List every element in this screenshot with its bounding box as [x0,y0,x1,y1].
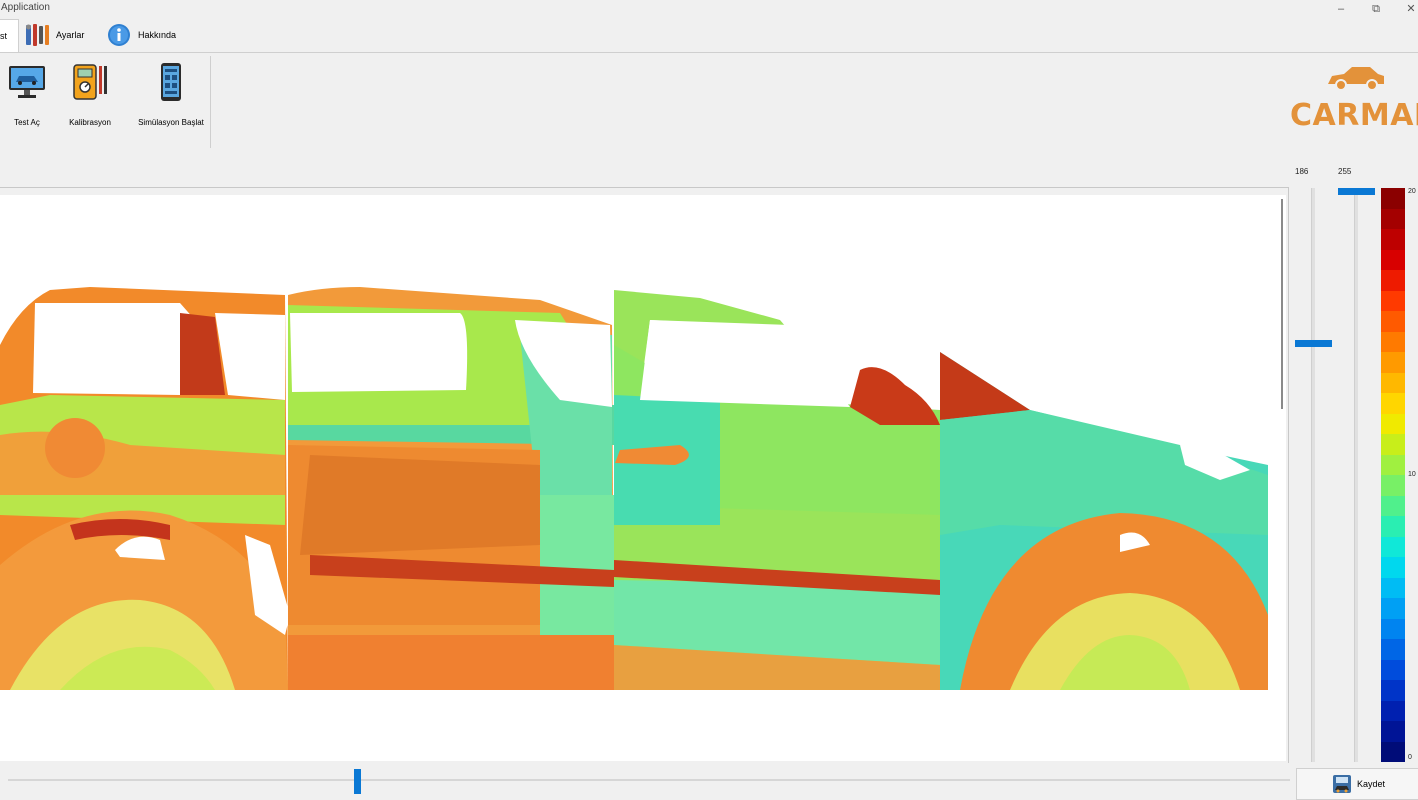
timeline-slider-track[interactable] [8,779,1290,781]
tab-strip: st Ayarlar Hakkında [0,18,1418,52]
colorbar-segment [1381,372,1405,393]
colorbar-segment [1381,475,1405,496]
colorbar-segment [1381,188,1405,209]
calibration-button[interactable]: Kalibrasyon [64,60,116,127]
colorbar-segment [1381,741,1405,762]
max-threshold-track [1354,188,1358,762]
brand-logo: CARMAP [1288,62,1418,142]
restore-button[interactable]: ⧉ [1361,0,1391,18]
colorbar-segment [1381,536,1405,557]
tab-test[interactable]: st [0,19,19,52]
colorbar-segment [1381,516,1405,537]
info-icon [106,22,132,48]
range-min-label: 186 [1295,167,1309,176]
tab-label: Ayarlar [56,30,85,40]
min-threshold-track [1311,188,1315,762]
ribbon-separator [210,56,211,148]
colorbar-mid-label: 10 [1408,471,1416,478]
open-test-label: Test Aç [14,118,40,127]
save-car-icon [1332,775,1351,793]
tab-label: Hakkında [138,30,177,40]
max-threshold-slider[interactable] [1338,188,1375,195]
colorbar-segment [1381,495,1405,516]
timeline-slider-handle[interactable] [354,769,362,794]
car-logo-icon [1328,67,1384,91]
colorbar-segment [1381,598,1405,619]
colorbar-segment [1381,721,1405,742]
colorbar-segment [1381,290,1405,311]
title-bar: Application – ⧉ ✕ [0,0,1418,18]
min-threshold-slider[interactable] [1295,340,1332,348]
colorbar-segment [1381,249,1405,270]
tab-label: st [0,31,8,41]
calibration-label: Kalibrasyon [69,118,111,127]
colorbar-segment [1381,659,1405,680]
colorbar-segment [1381,680,1405,701]
colorbar-segment [1381,413,1405,434]
colorbar-segment [1381,208,1405,229]
colorbar-segment [1381,393,1405,414]
start-simulation-label: Simülasyon Başlat [138,118,204,127]
range-max-label: 255 [1338,167,1352,176]
window-title: Application [1,2,50,13]
tab-about[interactable]: Hakkında [106,19,188,51]
monitor-car-icon [5,60,49,104]
colorbar-segment [1381,311,1405,332]
colorbar-segment [1381,352,1405,373]
colorbar-segment [1381,454,1405,475]
viewer-vertical-scrollbar[interactable] [1268,195,1286,761]
thermal-image-viewer[interactable] [0,195,1268,761]
tab-settings[interactable]: Ayarlar [24,19,104,51]
car-heatmap-image [0,287,1268,690]
colorbar-segment [1381,618,1405,639]
colorbar-segment [1381,331,1405,352]
color-scale-bar [1381,188,1405,762]
colorbar-segment [1381,229,1405,250]
logo-text: CARMAP [1290,98,1418,133]
open-test-button[interactable]: Test Aç [4,60,50,127]
colorbar-segment [1381,639,1405,660]
colorbar-segment [1381,700,1405,721]
tools-icon [24,22,50,48]
ribbon-divider [0,52,1418,53]
colorbar-top-label: 20 [1408,188,1416,195]
start-simulation-button[interactable]: Simülasyon Başlat [134,60,208,127]
multimeter-icon [68,60,112,104]
minimize-button[interactable]: – [1326,0,1356,18]
colorbar-segment [1381,577,1405,598]
colorbar-segment [1381,557,1405,578]
colorbar-bottom-label: 0 [1408,754,1412,761]
save-button[interactable]: Kaydet [1296,768,1418,800]
colorbar-segment [1381,434,1405,455]
colorbar-segment [1381,270,1405,291]
phone-app-icon [149,60,193,104]
save-label: Kaydet [1356,779,1386,789]
close-button[interactable]: ✕ [1396,0,1418,18]
scroll-thumb[interactable] [1281,199,1283,409]
